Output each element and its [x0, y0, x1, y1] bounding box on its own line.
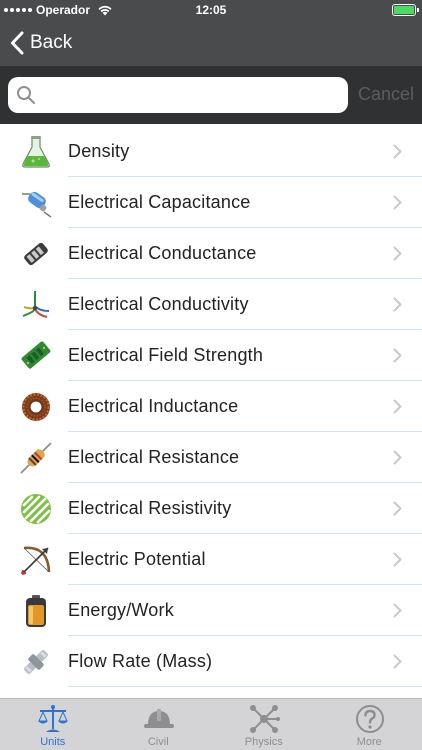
- search-bar: Cancel: [0, 66, 422, 124]
- list-item-electrical-inductance[interactable]: Electrical Inductance: [0, 381, 422, 432]
- list-item-label: Energy/Work: [68, 600, 174, 620]
- units-list: Density Electrical Capacitance Electrica…: [0, 126, 422, 698]
- list-item-label: Electrical Resistance: [68, 447, 240, 467]
- list-item-energy-work[interactable]: Energy/Work: [0, 585, 422, 636]
- inductor-coil-icon: [22, 393, 50, 421]
- chevron-right-icon: [393, 654, 402, 669]
- chevron-right-icon: [393, 603, 402, 618]
- tab-units[interactable]: Units: [0, 699, 106, 750]
- chevron-right-icon: [393, 195, 402, 210]
- chevron-right-icon: [393, 348, 402, 363]
- chevron-right-icon: [393, 246, 402, 261]
- resistor-icon: [20, 442, 52, 474]
- tab-more[interactable]: More: [317, 699, 422, 750]
- tab-label: Physics: [244, 736, 283, 748]
- list-item-label: Electrical Capacitance: [68, 192, 251, 212]
- list-item-electrical-conductivity[interactable]: Electrical Conductivity: [0, 279, 422, 330]
- chevron-left-icon: [11, 31, 24, 55]
- capacitor-icon: [22, 191, 52, 218]
- molecule-icon: [250, 705, 280, 733]
- flask-icon: [22, 136, 50, 168]
- tab-physics[interactable]: Physics: [211, 699, 317, 750]
- scales-icon: [38, 705, 68, 732]
- status-time: 12:05: [195, 3, 227, 17]
- list-item-label: Electrical Resistivity: [68, 498, 232, 518]
- list-item-label: Electrical Inductance: [68, 396, 239, 416]
- tab-label: Civil: [147, 736, 169, 748]
- list-item-electrical-capacitance[interactable]: Electrical Capacitance: [0, 177, 422, 228]
- battery-icon: [26, 595, 46, 627]
- list-item-electrical-conductance[interactable]: Electrical Conductance: [0, 228, 422, 279]
- tab-label: Units: [40, 736, 66, 748]
- pipe-valve-icon: [24, 650, 48, 674]
- list-item-label: Density: [68, 141, 130, 161]
- bow-arrow-icon: [21, 546, 51, 575]
- chevron-right-icon: [393, 144, 402, 159]
- chevron-right-icon: [393, 297, 402, 312]
- chevron-right-icon: [393, 552, 402, 567]
- resistivity-icon: [21, 494, 51, 524]
- search-input[interactable]: [42, 81, 342, 109]
- back-button[interactable]: Back: [10, 28, 72, 58]
- status-bar: Operador 12:05: [0, 0, 422, 20]
- chevron-right-icon: [393, 450, 402, 465]
- list-item-density[interactable]: Density: [0, 126, 422, 177]
- question-icon: [355, 705, 384, 733]
- list-item-electrical-field-strength[interactable]: Electrical Field Strength: [0, 330, 422, 381]
- battery-icon: [392, 4, 419, 16]
- cancel-button[interactable]: Cancel: [358, 84, 414, 105]
- hard-hat-icon: [143, 709, 174, 728]
- conductor-icon: [24, 242, 48, 266]
- search-field[interactable]: [8, 77, 348, 113]
- chevron-right-icon: [393, 501, 402, 516]
- wires-icon: [22, 291, 50, 318]
- chevron-right-icon: [393, 399, 402, 414]
- navigation-bar: Back: [0, 20, 422, 66]
- circuit-board-icon: [21, 341, 51, 369]
- back-button-label: Back: [30, 32, 73, 53]
- list-item-electric-potential[interactable]: Electric Potential: [0, 534, 422, 585]
- tab-civil[interactable]: Civil: [106, 699, 212, 750]
- list-item-electrical-resistance[interactable]: Electrical Resistance: [0, 432, 422, 483]
- row-separator: [68, 686, 422, 687]
- list-item-label: Electrical Conductivity: [68, 294, 249, 314]
- search-icon: [17, 86, 35, 104]
- list-item-label: Electrical Conductance: [68, 243, 257, 263]
- list-item-label: Electrical Field Strength: [68, 345, 264, 365]
- list-item-label: Electric Potential: [68, 549, 206, 569]
- tab-bar: Units Civil Physics More: [0, 698, 422, 750]
- tab-label: More: [356, 736, 382, 748]
- list-item-electrical-resistivity[interactable]: Electrical Resistivity: [0, 483, 422, 534]
- list-item-flow-rate-mass[interactable]: Flow Rate (Mass): [0, 636, 422, 687]
- list-item-label: Flow Rate (Mass): [68, 651, 213, 671]
